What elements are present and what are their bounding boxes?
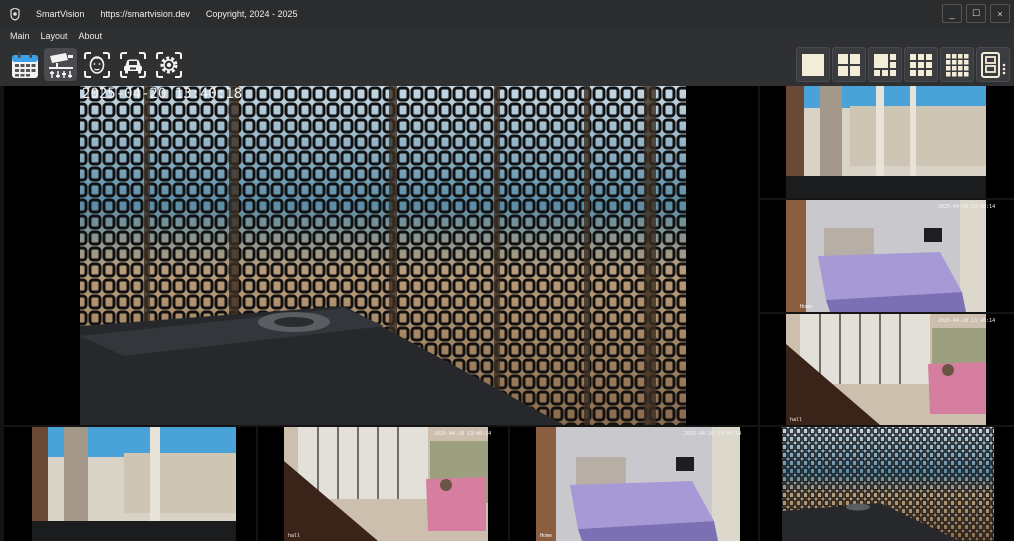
menu-bar: Main Layout About (0, 28, 1014, 44)
camera-settings-icon (48, 52, 73, 78)
close-button[interactable]: × (990, 4, 1010, 23)
settings-icon (155, 51, 182, 78)
app-logo-icon (8, 7, 22, 21)
camera-right-1-feed (760, 86, 1014, 198)
settings-button[interactable] (152, 48, 185, 81)
menu-main[interactable]: Main (10, 31, 30, 41)
camera-right-2[interactable]: 2025-04-20 13:40:14 Home (760, 200, 1014, 312)
camera-bottom-3[interactable]: 2025-04-20 13:40:14 Home (510, 427, 758, 541)
layout-1x1-button[interactable] (796, 47, 830, 82)
camera-bottom-2-feed (258, 427, 508, 541)
camera-bottom-4[interactable] (760, 427, 1014, 541)
camera-right-3-name: hall (790, 417, 803, 423)
app-url: https://smartvision.dev (100, 9, 190, 19)
vehicle-recognition-button[interactable] (116, 48, 149, 81)
layout-2x2-button[interactable] (832, 47, 866, 82)
camera-bottom-1[interactable] (4, 427, 256, 541)
camera-right-3-timestamp: 2025-04-20 13:40:14 (938, 318, 996, 324)
camera-right-2-timestamp: 2025-04-20 13:40:14 (938, 204, 996, 210)
vehicle-recognition-icon (119, 51, 146, 78)
window-controls: _ ☐ × (942, 4, 1010, 23)
layout-1x1-icon (802, 53, 824, 76)
layout-custom-button[interactable] (976, 47, 1010, 82)
layout-3x3-button[interactable] (904, 47, 938, 82)
copyright-text: Copyright, 2024 - 2025 (205, 9, 298, 19)
video-grid: 2025-04-20 13:40:18 2025-04-20 13:40:14 … (0, 86, 1014, 541)
calendar-icon (11, 51, 38, 78)
face-recognition-button[interactable] (80, 48, 113, 81)
camera-right-3[interactable]: 2025-04-20 13:40:14 hall (760, 314, 1014, 425)
camera-bottom-1-feed (4, 427, 256, 541)
camera-bottom-2-name: hall (288, 533, 301, 539)
maximize-button[interactable]: ☐ (966, 4, 986, 23)
toolbar (0, 44, 1014, 86)
layout-4x4-button[interactable] (940, 47, 974, 82)
camera-bottom-2[interactable]: 2025-04-20 13:40:14 hall (258, 427, 508, 541)
camera-right-2-name: Home (800, 304, 813, 310)
face-recognition-icon (83, 51, 110, 78)
camera-main-feed (4, 86, 758, 425)
layout-2x2-icon (838, 53, 860, 76)
camera-right-3-feed (760, 314, 1014, 425)
camera-bottom-2-timestamp: 2025-04-20 13:40:14 (434, 431, 492, 437)
camera-right-2-feed (760, 200, 1014, 312)
camera-main-timestamp: 2025-04-20 13:40:18 (82, 86, 243, 102)
app-name: SmartVision (36, 9, 85, 19)
menu-layout[interactable]: Layout (41, 31, 68, 41)
layout-custom-icon (981, 51, 1006, 78)
camera-main[interactable]: 2025-04-20 13:40:18 (4, 86, 758, 425)
layout-4x4-icon (946, 53, 969, 76)
camera-bottom-3-feed (510, 427, 758, 541)
layout-1plus5-icon (874, 53, 896, 76)
calendar-button[interactable] (8, 48, 41, 81)
menu-about[interactable]: About (79, 31, 103, 41)
camera-bottom-3-name: Home (540, 533, 553, 539)
title-bar: SmartVision https://smartvision.dev Copy… (0, 0, 1014, 28)
camera-bottom-3-timestamp: 2025-04-20 13:40:14 (684, 431, 742, 437)
camera-right-1[interactable] (760, 86, 1014, 198)
camera-settings-button[interactable] (44, 48, 77, 81)
layout-3x3-icon (910, 53, 932, 76)
camera-bottom-4-feed (760, 427, 1014, 541)
layout-1plus5-button[interactable] (868, 47, 902, 82)
minimize-button[interactable]: _ (942, 4, 962, 23)
